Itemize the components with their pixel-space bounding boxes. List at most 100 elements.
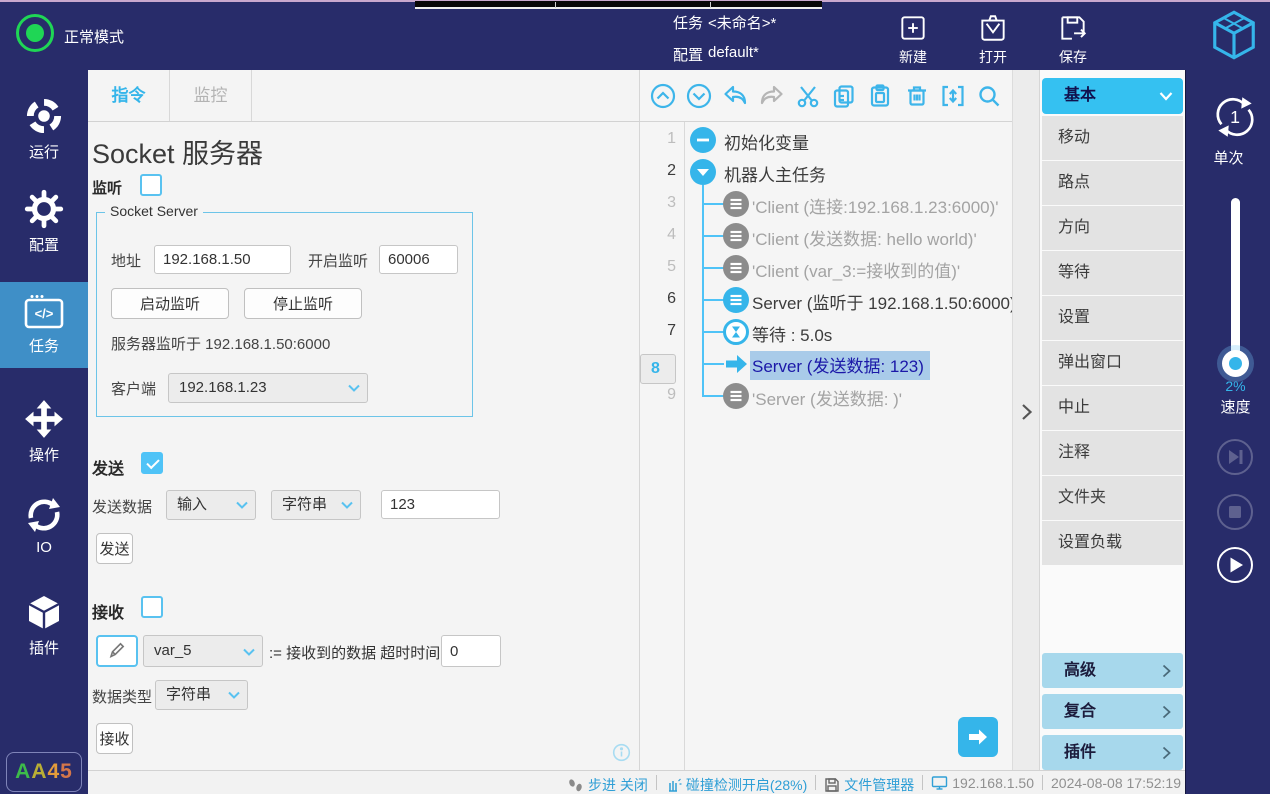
collapse-all-icon[interactable] [649,82,677,110]
play-button[interactable] [1217,547,1253,583]
speed-label: 速度 [1186,396,1270,417]
new-task-button[interactable]: 新建 [882,12,944,67]
ip-status[interactable]: 192.168.1.50 [931,775,1034,791]
recv-var-value: var_5 [154,642,192,659]
footsteps-icon [567,777,584,794]
insert-icon[interactable] [939,82,967,110]
start-listen-button[interactable]: 启动监听 [111,288,229,319]
recv-label: 接收 [92,599,124,623]
palette-group-plugin[interactable]: 插件 [1042,735,1183,770]
sidebar-item-label: IO [0,539,88,556]
row-number: 6 [640,290,676,308]
sidebar-item-plugin[interactable]: 插件 [0,593,88,658]
paste-icon[interactable] [866,82,894,110]
send-source-select[interactable]: 输入 [166,490,256,520]
chevron-down-icon [243,648,255,656]
address-label: 地址 [111,250,141,271]
tree-row[interactable]: 6 Server (监听于 192.168.1.50:6000) [640,284,1012,316]
row-label: 'Client (var_3:=接收到的值)' [752,257,960,282]
io-cycle-icon [23,495,65,535]
recv-timeout-input[interactable] [441,635,501,667]
sidebar-item-operate[interactable]: 操作 [0,398,88,465]
chevron-right-icon [1162,664,1171,678]
palette-category-basic[interactable]: 基本 [1042,78,1183,114]
palette-item-direction[interactable]: 方向 [1042,206,1183,250]
edit-variable-button[interactable] [96,635,138,667]
row-label: 'Client (连接:192.168.1.23:6000)' [752,193,999,218]
recv-button[interactable]: 接收 [96,723,133,754]
palette-item-payload[interactable]: 设置负载 [1042,521,1183,565]
undo-icon[interactable] [721,82,749,110]
tab-instruction[interactable]: 指令 [88,70,170,121]
tab-monitor[interactable]: 监控 [170,70,252,121]
redo-icon[interactable] [758,82,786,110]
step-next-button[interactable] [1217,439,1253,475]
save-task-button[interactable]: 保存 [1042,12,1104,67]
client-select[interactable]: 192.168.1.23 [168,373,368,403]
send-button[interactable]: 发送 [96,533,133,564]
send-type-select[interactable]: 字符串 [271,490,361,520]
sidebar-item-io[interactable]: IO [0,495,88,556]
palette-item-abort[interactable]: 中止 [1042,386,1183,430]
palette-group-composite[interactable]: 复合 [1042,694,1183,729]
sidebar-item-run[interactable]: 运行 [0,95,88,162]
delete-icon[interactable] [903,82,931,110]
address-input[interactable] [154,245,291,274]
open-file-icon [977,12,1009,44]
collapse-node-icon[interactable] [690,159,716,185]
sidebar-item-label: 配置 [0,234,88,255]
open-task-button[interactable]: 打开 [962,12,1024,67]
user-badge[interactable]: AA45 [6,752,82,792]
listen-checkbox[interactable] [140,174,162,196]
sidebar-item-label: 运行 [0,141,88,162]
recv-var-select[interactable]: var_5 [143,635,263,667]
svg-text:</>: </> [35,306,54,321]
info-icon[interactable] [612,743,631,762]
tree-row[interactable]: 7 等待 : 5.0s [640,316,1012,348]
search-icon[interactable] [975,82,1003,110]
datatype-select[interactable]: 字符串 [155,680,248,710]
speed-slider-knob[interactable] [1222,350,1249,377]
tree-row[interactable]: 2 机器人主任务 [640,156,1012,188]
speed-slider-track[interactable] [1231,198,1240,366]
tree-row[interactable]: 5 'Client (var_3:=接收到的值)' [640,252,1012,284]
palette-item-comment[interactable]: 注释 [1042,431,1183,475]
palette-group-advanced[interactable]: 高级 [1042,653,1183,688]
single-run-label: 单次 [1186,147,1270,168]
collision-status[interactable]: 碰撞检测开启(28%) [665,775,807,794]
single-run-icon[interactable]: 1 [1210,92,1260,142]
send-value-input[interactable] [381,490,500,519]
stop-listen-button[interactable]: 停止监听 [244,288,362,319]
stop-button[interactable] [1217,494,1253,530]
tree-row[interactable]: 9 'Server (发送数据: )' [640,380,1012,412]
monitor-icon [931,775,948,791]
tree-row[interactable]: 1 初始化变量 [640,124,1012,156]
copy-icon[interactable] [830,82,858,110]
tree-panel-expander[interactable] [1012,70,1040,770]
sidebar-item-config[interactable]: 配置 [0,188,88,255]
palette-item-set[interactable]: 设置 [1042,296,1183,340]
palette-item-popup[interactable]: 弹出窗口 [1042,341,1183,385]
config-value: default* [708,44,759,61]
program-tree: 1 初始化变量 2 机器人主任务 3 'Client (连接:192.168.1… [640,122,1012,770]
tree-row[interactable]: 4 'Client (发送数据: hello world)' [640,220,1012,252]
file-manager-link[interactable]: 文件管理器 [824,775,914,794]
palette-item-waypoint[interactable]: 路点 [1042,161,1183,205]
step-mode-status[interactable]: 步进 关闭 [567,775,648,794]
chevron-down-icon [1159,91,1173,101]
palette-item-folder[interactable]: 文件夹 [1042,476,1183,520]
send-checkbox[interactable] [141,452,163,474]
sidebar-item-task[interactable]: </> 任务 [0,282,88,368]
port-input[interactable] [379,245,458,274]
recv-checkbox[interactable] [141,596,163,618]
goto-current-step-button[interactable] [958,717,998,757]
palette-item-move[interactable]: 移动 [1042,116,1183,160]
expand-all-icon[interactable] [685,82,713,110]
cut-icon[interactable] [794,82,822,110]
tree-row[interactable]: 3 'Client (连接:192.168.1.23:6000)' [640,188,1012,220]
palette-item-wait[interactable]: 等待 [1042,251,1183,295]
task-info-row: 任务 <未命名>* [673,12,703,33]
disabled-step-icon [723,223,749,249]
row-label-selected: Server (发送数据: 123) [750,351,930,380]
tree-row[interactable]: 8 Server (发送数据: 123) [640,348,1012,380]
